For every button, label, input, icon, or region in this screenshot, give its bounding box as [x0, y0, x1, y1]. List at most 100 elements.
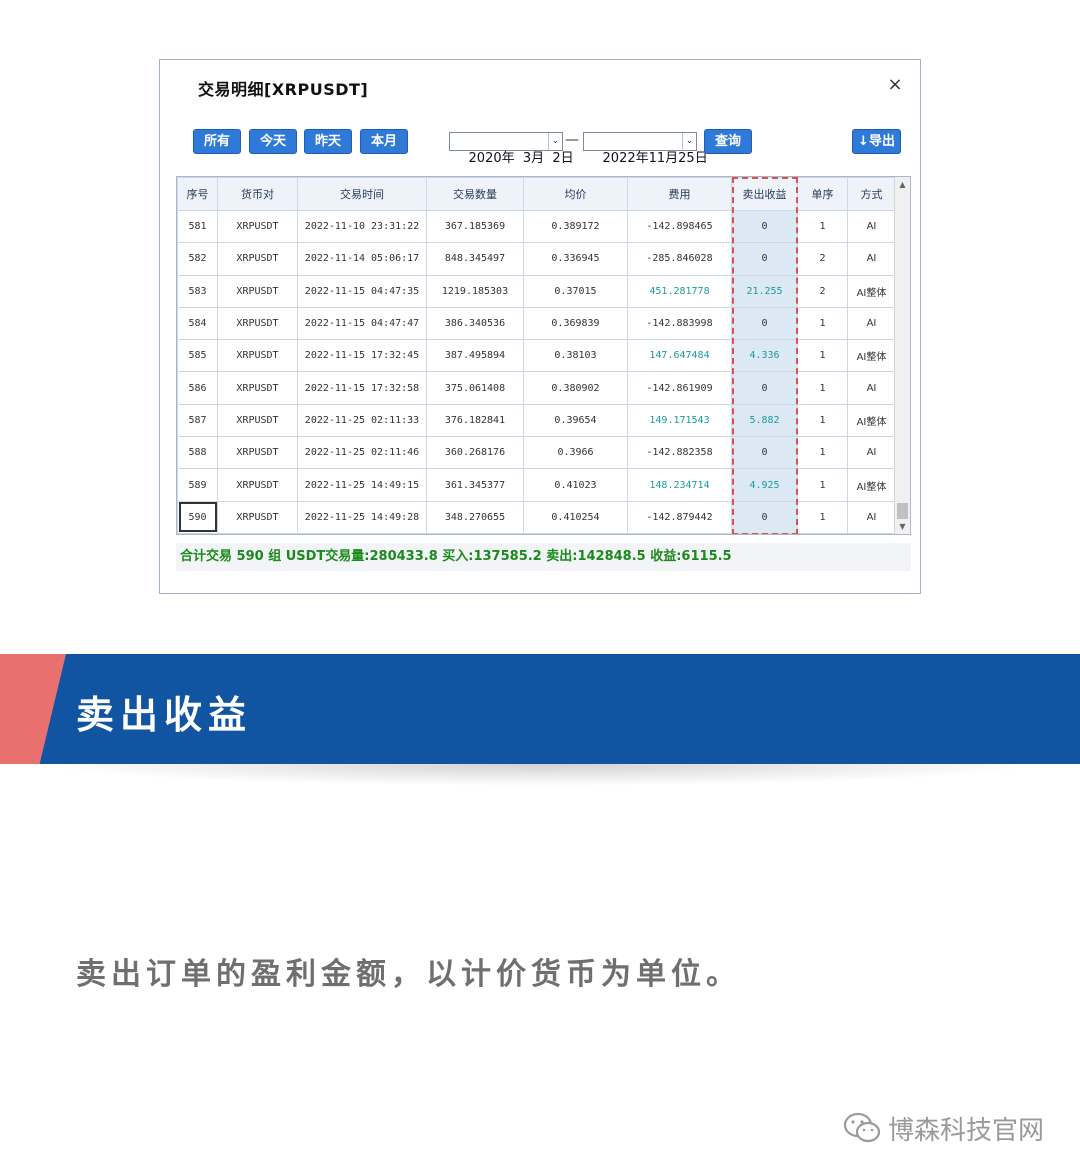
header-cell[interactable]: 均价	[523, 177, 628, 211]
header-cell[interactable]: 序号	[177, 177, 218, 211]
table-cell[interactable]: 588	[177, 436, 218, 470]
table-cell[interactable]: 0	[731, 500, 798, 534]
table-cell[interactable]: 583	[177, 274, 218, 308]
table-cell[interactable]: 376.182841	[426, 403, 524, 438]
table-cell[interactable]: 0.3966	[523, 436, 628, 470]
table-cell[interactable]: 1	[797, 371, 848, 405]
table-cell[interactable]: 4.336	[731, 339, 798, 373]
table-cell[interactable]: 0	[731, 306, 798, 341]
table-row[interactable]: 587 XRPUSDT 2022-11-25 02:11:33 376.182841 0…	[177, 403, 896, 438]
table-cell[interactable]: 4.925	[731, 468, 798, 502]
table-cell[interactable]: 2022-11-15 17:32:58	[297, 371, 427, 405]
table-cell[interactable]: 585	[177, 339, 218, 373]
table-cell[interactable]: 387.495894	[426, 339, 524, 373]
table-cell[interactable]: 0.38103	[523, 339, 628, 373]
table-cell[interactable]: XRPUSDT	[217, 242, 298, 276]
table-cell[interactable]: XRPUSDT	[217, 339, 298, 373]
close-icon[interactable]: ×	[884, 74, 906, 96]
table-cell[interactable]: 2022-11-15 04:47:35	[297, 274, 427, 308]
table-cell[interactable]: 0.41023	[523, 468, 628, 502]
table-cell[interactable]: 21.255	[731, 274, 798, 308]
table-cell[interactable]: 582	[177, 242, 218, 276]
table-cell[interactable]: 1	[797, 436, 848, 470]
this-month-button[interactable]: 本月	[360, 129, 408, 154]
table-cell[interactable]: 581	[177, 209, 218, 244]
table-cell[interactable]: 1	[797, 468, 848, 502]
table-cell[interactable]: 848.345497	[426, 242, 524, 276]
table-cell[interactable]: 2	[797, 242, 848, 276]
table-cell[interactable]: AI整体	[847, 274, 896, 308]
header-cell[interactable]: 方式	[847, 177, 896, 211]
table-cell[interactable]: XRPUSDT	[217, 468, 298, 502]
table-cell[interactable]: AI	[847, 500, 896, 534]
table-cell[interactable]: 2022-11-25 02:11:33	[297, 403, 427, 438]
table-cell[interactable]: 2022-11-25 14:49:28	[297, 500, 427, 534]
table-row[interactable]: 588 XRPUSDT 2022-11-25 02:11:46 360.268176 0…	[177, 436, 896, 470]
table-cell[interactable]: 348.270655	[426, 500, 524, 534]
table-cell[interactable]: 2022-11-15 17:32:45	[297, 339, 427, 373]
table-cell[interactable]: 1	[797, 500, 848, 534]
table-cell[interactable]: 2022-11-14 05:06:17	[297, 242, 427, 276]
table-cell[interactable]: XRPUSDT	[217, 209, 298, 244]
table-cell[interactable]: XRPUSDT	[217, 371, 298, 405]
table-cell[interactable]: 451.281778	[627, 274, 732, 308]
table-cell[interactable]: -142.861909	[627, 371, 732, 405]
table-cell[interactable]: 590	[177, 500, 218, 534]
table-cell[interactable]: 2022-11-25 02:11:46	[297, 436, 427, 470]
table-cell[interactable]: 149.171543	[627, 403, 732, 438]
table-cell[interactable]: 367.185369	[426, 209, 524, 244]
scroll-thumb[interactable]	[897, 503, 908, 519]
table-cell[interactable]: -142.882358	[627, 436, 732, 470]
table-cell[interactable]: 0	[731, 436, 798, 470]
table-row[interactable]: 584 XRPUSDT 2022-11-15 04:47:47 386.340536 0…	[177, 306, 896, 341]
chevron-down-icon[interactable]: ⌄	[548, 133, 562, 150]
table-row[interactable]: 589 XRPUSDT 2022-11-25 14:49:15 361.345377 0…	[177, 468, 896, 502]
table-cell[interactable]: 2022-11-10 23:31:22	[297, 209, 427, 244]
table-cell[interactable]: 0	[731, 209, 798, 244]
today-button[interactable]: 今天	[249, 129, 297, 154]
header-cell[interactable]: 交易时间	[297, 177, 427, 211]
table-cell[interactable]: 586	[177, 371, 218, 405]
vertical-scrollbar[interactable]: ▲ ▼	[894, 177, 910, 534]
table-cell[interactable]: 0.369839	[523, 306, 628, 341]
header-cell[interactable]: 单序	[797, 177, 848, 211]
table-cell[interactable]: 1	[797, 339, 848, 373]
table-cell[interactable]: 2022-11-25 14:49:15	[297, 468, 427, 502]
table-cell[interactable]: 1	[797, 209, 848, 244]
table-cell[interactable]: 0.37015	[523, 274, 628, 308]
table-cell[interactable]: 148.234714	[627, 468, 732, 502]
table-cell[interactable]: AI	[847, 242, 896, 276]
table-cell[interactable]: 0	[731, 371, 798, 405]
all-button[interactable]: 所有	[193, 129, 241, 154]
table-cell[interactable]: 587	[177, 403, 218, 438]
table-cell[interactable]: AI	[847, 306, 896, 341]
table-cell[interactable]: AI	[847, 436, 896, 470]
table-row[interactable]: 585 XRPUSDT 2022-11-15 17:32:45 387.495894 0…	[177, 339, 896, 373]
table-cell[interactable]: XRPUSDT	[217, 306, 298, 341]
table-cell[interactable]: AI整体	[847, 403, 896, 438]
table-cell[interactable]: 1219.185303	[426, 274, 524, 308]
table-cell[interactable]: AI整体	[847, 339, 896, 373]
chevron-down-icon[interactable]: ⌄	[682, 133, 696, 150]
table-cell[interactable]: 361.345377	[426, 468, 524, 502]
table-cell[interactable]: -142.879442	[627, 500, 732, 534]
table-cell[interactable]: -142.883998	[627, 306, 732, 341]
query-button[interactable]: 查询	[704, 129, 752, 154]
table-cell[interactable]: 2	[797, 274, 848, 308]
header-cell[interactable]: 费用	[627, 177, 732, 211]
table-cell[interactable]: 0.389172	[523, 209, 628, 244]
header-cell-sell-profit[interactable]: 卖出收益	[731, 177, 798, 211]
table-cell[interactable]: 147.647484	[627, 339, 732, 373]
table-cell[interactable]: 0.39654	[523, 403, 628, 438]
table-cell[interactable]: 0	[731, 242, 798, 276]
table-cell[interactable]: 5.882	[731, 403, 798, 438]
table-cell[interactable]: AI整体	[847, 468, 896, 502]
table-cell[interactable]: AI	[847, 371, 896, 405]
scroll-up-icon[interactable]: ▲	[895, 177, 910, 192]
table-cell[interactable]: XRPUSDT	[217, 500, 298, 534]
table-cell[interactable]: 0.410254	[523, 500, 628, 534]
table-cell[interactable]: 360.268176	[426, 436, 524, 470]
table-row[interactable]: 581 XRPUSDT 2022-11-10 23:31:22 367.185369 0…	[177, 209, 896, 244]
table-cell[interactable]: 589	[177, 468, 218, 502]
table-row[interactable]: 586 XRPUSDT 2022-11-15 17:32:58 375.061408 0…	[177, 371, 896, 405]
